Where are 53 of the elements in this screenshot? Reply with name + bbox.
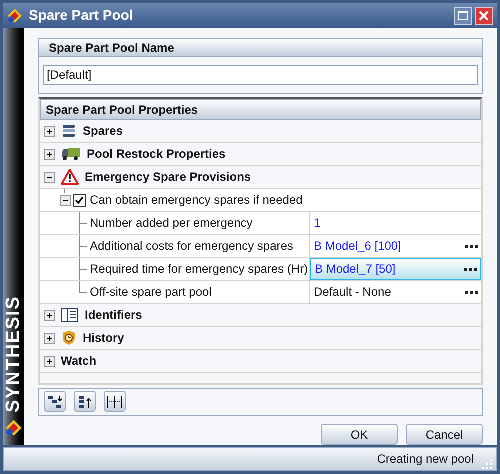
ellipsis-icon[interactable] (465, 290, 478, 294)
logo-icon (7, 8, 23, 24)
collapse-icon[interactable] (60, 194, 71, 206)
truck-icon (61, 146, 81, 162)
check-icon (75, 196, 84, 204)
property-label: Required time for emergency spares (Hr) (90, 261, 308, 278)
warning-icon (61, 169, 79, 185)
category-label[interactable]: Emergency Spare Provisions (85, 168, 252, 186)
expand-icon[interactable] (44, 332, 55, 344)
expand-icon[interactable] (44, 356, 55, 366)
category-label[interactable]: Watch (61, 352, 97, 370)
checkbox[interactable] (73, 194, 86, 206)
status-text: Creating new pool (377, 451, 474, 468)
category-label[interactable]: Spares (83, 122, 124, 140)
section-header: Spare Part Pool Name (39, 39, 482, 57)
maximize-button[interactable] (454, 6, 472, 24)
name-input-field[interactable]: [Default] (43, 65, 478, 85)
close-button[interactable] (475, 6, 493, 24)
cancel-button[interactable]: Cancel (406, 424, 483, 445)
property-label: Additional costs for emergency spares (90, 238, 294, 255)
section-header: Spare Part Pool Properties (40, 99, 481, 120)
property-value-field[interactable]: 1 (310, 212, 481, 234)
property-value-field[interactable]: B Model_7 [50] (310, 258, 481, 280)
logo-icon (4, 419, 22, 437)
maximize-icon (458, 11, 468, 20)
stack-icon (61, 123, 77, 139)
expand-all-button[interactable] (44, 391, 66, 412)
category-label[interactable]: History (83, 329, 124, 347)
window-title: Spare Part Pool (29, 6, 134, 25)
expand-icon[interactable] (44, 148, 55, 160)
category-label[interactable]: Pool Restock Properties (87, 145, 226, 163)
close-icon (479, 10, 489, 20)
tree-expand-icon (47, 394, 63, 409)
expand-icon[interactable] (44, 310, 55, 320)
property-label: Number added per emergency (90, 215, 253, 232)
category-label[interactable]: Identifiers (85, 306, 142, 324)
property-value-field[interactable]: Default - None (310, 281, 481, 303)
collapse-all-button[interactable] (74, 391, 96, 412)
ellipsis-icon[interactable] (464, 268, 477, 270)
column-resize-icon (107, 394, 123, 409)
ellipsis-icon[interactable] (465, 244, 478, 248)
shield-clock-icon (61, 330, 77, 346)
collapse-icon[interactable] (44, 172, 55, 182)
property-label: Off-site spare part pool (90, 284, 212, 301)
checkbox-label: Can obtain emergency spares if needed (90, 192, 303, 209)
property-value-field[interactable]: B Model_6 [100] (310, 235, 481, 257)
brand-text: SYNTHESIS (4, 296, 23, 413)
column-width-button[interactable] (104, 391, 126, 412)
expand-icon[interactable] (44, 126, 55, 136)
resize-grip-icon (482, 459, 492, 469)
notebook-icon (61, 307, 79, 323)
tree-collapse-icon (77, 394, 93, 409)
ok-button[interactable]: OK (321, 424, 398, 445)
